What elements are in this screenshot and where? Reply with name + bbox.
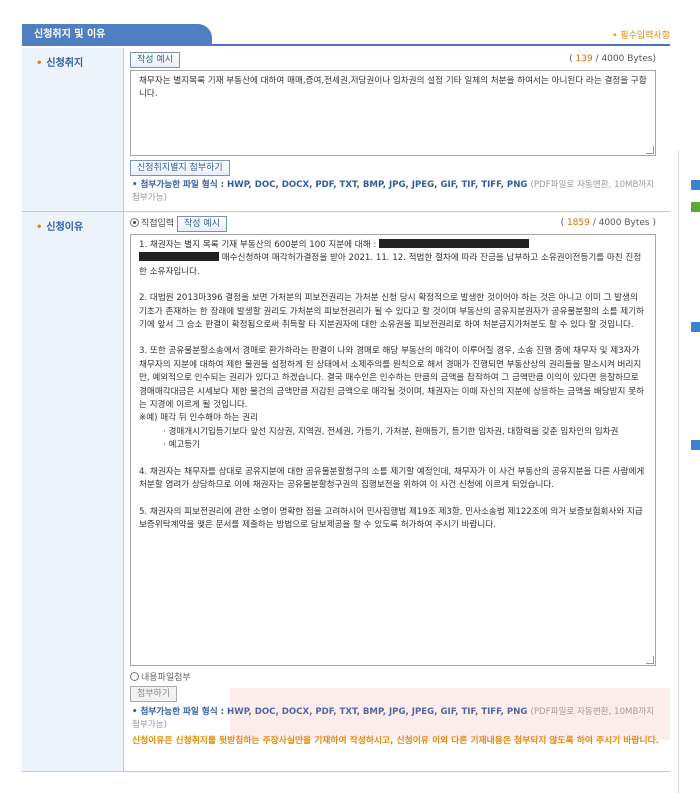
sidebar-green-icon bbox=[691, 202, 700, 212]
redacted-block bbox=[378, 239, 529, 248]
radio-selected-icon[interactable] bbox=[130, 218, 139, 227]
purpose-text: 채무자는 별지목록 기재 부동산에 대하여 매매,증여,전세권,저당권이나 임차… bbox=[139, 76, 647, 100]
required-note: • 필수입력사항 bbox=[612, 31, 670, 41]
sidebar-blue-icon bbox=[691, 440, 700, 450]
resize-handle-icon[interactable] bbox=[646, 656, 654, 664]
section-header: 신청취지 및 이유 • 필수입력사항 bbox=[22, 24, 670, 46]
required-star-icon: • bbox=[36, 58, 43, 69]
right-sidebar-fragment bbox=[678, 150, 700, 793]
purpose-byte-counter: ( 139 / 4000 Bytes) bbox=[569, 54, 656, 64]
reason-paragraph: 4. 채권자는 채무자를 상대로 공유지분에 대한 공유물분할청구의 소를 제기… bbox=[139, 466, 645, 491]
purpose-cell: 작성 예시 ( 139 / 4000 Bytes) 채무자는 별지목록 기재 부… bbox=[124, 48, 670, 211]
sidebar-blue-icon bbox=[691, 180, 700, 190]
purpose-attach-button[interactable]: 신청취지별지 첨부하기 bbox=[130, 160, 230, 176]
purpose-label: • 신청취지 bbox=[22, 48, 124, 211]
resize-handle-icon[interactable] bbox=[646, 146, 654, 154]
reason-paragraph: ※예) 매각 뒤 인수해야 하는 권리 bbox=[139, 413, 259, 424]
reason-paragraph: 매수신청하여 매각허가결정을 받아 2021. 11. 12. 적법한 절차에 … bbox=[139, 252, 642, 277]
reason-paragraph: 2. 대법원 2013마396 결정을 보면 가처분의 피보전권리는 가처분 신… bbox=[139, 293, 645, 331]
purpose-byte-count: 139 bbox=[575, 54, 593, 64]
reason-example-button[interactable]: 작성 예시 bbox=[177, 216, 227, 232]
reason-paragraph: · 경매개시기입등기보다 앞선 지상권, 지역권, 전세권, 가등기, 가처분,… bbox=[163, 426, 619, 437]
reason-paragraph: 5. 채권자의 피보전권리에 관한 소명이 명확한 점을 고려하시어 민사집행법… bbox=[139, 506, 643, 530]
reason-paragraph: 1. 채권자는 별지 목록 기재 부동산의 600분의 100 지분에 대해 : bbox=[139, 239, 647, 252]
required-star-icon: • bbox=[36, 222, 43, 233]
section-tab-title: 신청취지 및 이유 bbox=[22, 24, 212, 46]
watermark bbox=[230, 688, 670, 740]
purpose-label-text: 신청취지 bbox=[46, 58, 84, 69]
file-attach-radio[interactable]: 내용파일첨부 bbox=[130, 670, 191, 683]
reason-label: • 신청이유 bbox=[22, 212, 124, 771]
reason-label-text: 신청이유 bbox=[46, 222, 84, 233]
direct-input-radio[interactable]: 직접입력 bbox=[130, 218, 174, 229]
purpose-file-note: • 첨부가능한 파일 형식 : HWP, DOC, DOCX, PDF, TXT… bbox=[132, 180, 655, 203]
sidebar-blue-icon bbox=[691, 322, 700, 332]
reason-paragraph: 3. 또한 공유물분할소송에서 경매로 환가하라는 판결이 나와 경매로 해당 … bbox=[139, 346, 645, 411]
reason-paragraph: · 예고등기 bbox=[163, 440, 201, 451]
radio-unselected-icon[interactable] bbox=[130, 672, 139, 681]
purpose-textarea[interactable]: 채무자는 별지목록 기재 부동산에 대하여 매매,증여,전세권,저당권이나 임차… bbox=[130, 70, 656, 156]
purpose-row: • 신청취지 작성 예시 ( 139 / 4000 Bytes) 채무자는 별지목… bbox=[22, 48, 670, 212]
reason-byte-counter: ( 1859 / 4000 Bytes ) bbox=[560, 218, 656, 228]
purpose-example-button[interactable]: 작성 예시 bbox=[130, 52, 180, 68]
reason-byte-count: 1859 bbox=[566, 218, 590, 228]
reason-textarea[interactable]: 1. 채권자는 별지 목록 기재 부동산의 600분의 100 지분에 대해 :… bbox=[130, 234, 656, 666]
reason-attach-button[interactable]: 첨부하기 bbox=[130, 686, 178, 702]
redacted-block bbox=[139, 252, 219, 262]
